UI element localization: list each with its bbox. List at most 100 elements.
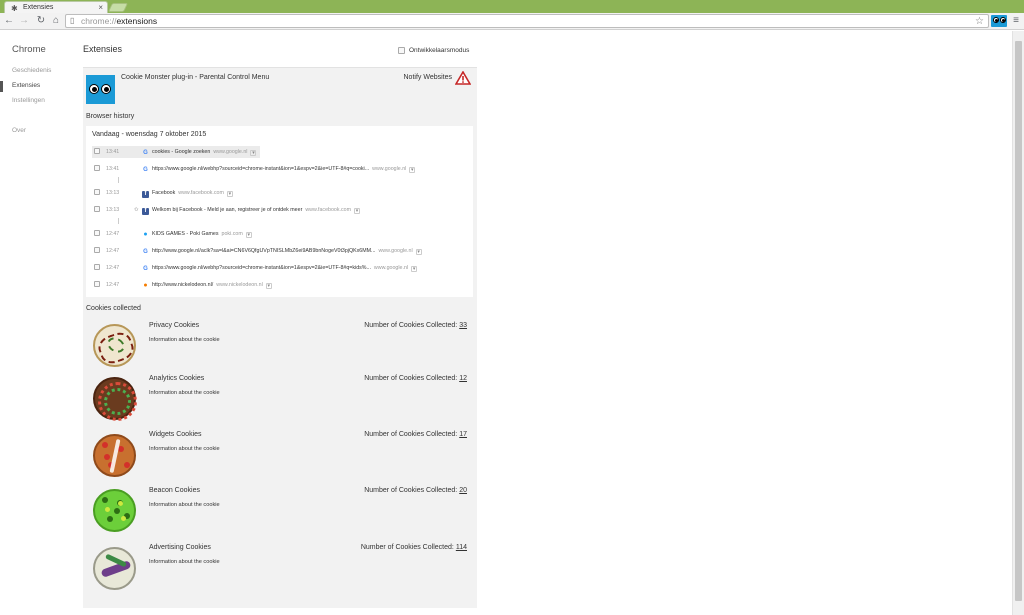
history-row[interactable]: 13:13 f Facebook www.facebook.com ▾ bbox=[92, 187, 233, 199]
row-checkbox[interactable] bbox=[94, 148, 100, 154]
history-title[interactable]: KIDS GAMES - Poki Games bbox=[152, 231, 219, 237]
history-title[interactable]: cookies - Google zoeken bbox=[152, 149, 210, 155]
cookie-row-privacy: Privacy Cookies Information about the co… bbox=[86, 322, 472, 372]
timeline-connector bbox=[118, 177, 119, 183]
cookie-info: Information about the cookie bbox=[149, 337, 220, 343]
cookie-count: Number of Cookies Collected: 17 bbox=[364, 431, 467, 438]
address-bar[interactable]: ▯ chrome://extensions ☆ bbox=[65, 14, 989, 28]
forward-icon[interactable]: → bbox=[18, 14, 30, 28]
history-row[interactable]: 12:47 Ghttp://www.google.nl/aclk?sa=l&ai=… bbox=[92, 245, 422, 257]
sidebar-brand: Chrome bbox=[12, 44, 46, 55]
url-text: chrome://extensions bbox=[81, 16, 158, 26]
history-row[interactable]: 12:47 Ghttps://www.google.nl/webhp?source… bbox=[92, 262, 418, 274]
history-title[interactable]: Facebook bbox=[152, 190, 175, 196]
bookmark-star-icon[interactable]: ☆ bbox=[975, 15, 984, 28]
history-row[interactable]: 13:13 ✩ f Welkom bij Facebook - Meld je aan… bbox=[92, 204, 360, 216]
row-checkbox[interactable] bbox=[94, 206, 100, 212]
cookie-row-widgets: Widgets Cookies Information about the co… bbox=[86, 431, 472, 481]
row-checkbox[interactable] bbox=[94, 189, 100, 195]
history-row[interactable]: 13:41 Gcookies - Google zoeken www.google.… bbox=[92, 146, 261, 158]
back-icon[interactable]: ← bbox=[3, 14, 15, 28]
row-menu-icon[interactable]: ▾ bbox=[353, 208, 360, 214]
close-icon[interactable]: × bbox=[98, 2, 103, 13]
cookie-info: Information about the cookie bbox=[149, 390, 220, 396]
cookie-row-beacon: Beacon Cookies Information about the coo… bbox=[86, 487, 472, 537]
advertising-cookie-icon bbox=[93, 547, 136, 590]
cookie-name: Advertising Cookies bbox=[149, 544, 211, 551]
history-title[interactable]: Welkom bij Facebook - Meld je aan, regis… bbox=[152, 207, 302, 213]
row-checkbox[interactable] bbox=[94, 264, 100, 270]
row-checkbox[interactable] bbox=[94, 165, 100, 171]
row-menu-icon[interactable]: ▾ bbox=[250, 150, 257, 156]
active-item-marker bbox=[0, 81, 3, 92]
history-day-label: Vandaag - woensdag 7 oktober 2015 bbox=[92, 131, 207, 138]
history-title[interactable]: http://www.nickelodeon.nl/ bbox=[152, 282, 213, 288]
cookie-name: Beacon Cookies bbox=[149, 487, 200, 494]
poki-icon: ● bbox=[143, 231, 148, 238]
cookie-monster-extension-icon[interactable] bbox=[991, 15, 1007, 27]
page-icon: ▯ bbox=[70, 16, 75, 25]
menu-icon[interactable]: ≡ bbox=[1011, 15, 1021, 27]
cookie-count-link[interactable]: 20 bbox=[459, 487, 467, 494]
cookie-row-analytics: Analytics Cookies Information about the … bbox=[86, 375, 472, 425]
row-menu-icon[interactable]: ▾ bbox=[265, 283, 272, 289]
history-title[interactable]: https://www.google.nl/webhp?sourceid=chr… bbox=[152, 166, 369, 172]
home-icon[interactable]: ⌂ bbox=[50, 14, 62, 28]
cookie-name: Widgets Cookies bbox=[149, 431, 202, 438]
beacon-cookie-icon bbox=[93, 489, 136, 532]
cookie-count: Number of Cookies Collected: 114 bbox=[360, 544, 467, 551]
sidebar-item-instellingen[interactable]: Instellingen bbox=[12, 97, 45, 104]
row-menu-icon[interactable]: ▾ bbox=[226, 191, 233, 197]
notify-websites-link[interactable]: Notify Websites bbox=[404, 74, 453, 81]
cookie-count-link[interactable]: 17 bbox=[459, 431, 467, 438]
history-list: Vandaag - woensdag 7 oktober 2015 13:41 G… bbox=[86, 126, 473, 297]
new-tab-button[interactable] bbox=[107, 3, 129, 12]
cookie-count-link[interactable]: 12 bbox=[459, 375, 467, 382]
history-row[interactable]: 13:41 Ghttps://www.google.nl/webhp?source… bbox=[92, 163, 416, 175]
cookie-info: Information about the cookie bbox=[149, 559, 220, 565]
page-title: Extensies bbox=[83, 44, 123, 54]
history-title[interactable]: https://www.google.nl/webhp?sourceid=chr… bbox=[152, 265, 371, 271]
extension-name: Cookie Monster plug-in - Parental Contro… bbox=[121, 74, 270, 81]
history-row[interactable]: 12:47 ● KIDS GAMES - Poki Games poki.com ▾ bbox=[92, 228, 252, 240]
google-icon: G bbox=[143, 266, 148, 272]
cookie-info: Information about the cookie bbox=[149, 502, 220, 508]
facebook-icon: f bbox=[142, 191, 149, 198]
developer-mode-toggle[interactable]: Ontwikkelaarsmodus bbox=[398, 47, 469, 54]
cookie-count: Number of Cookies Collected: 20 bbox=[364, 487, 467, 494]
main-content: Extensies Ontwikkelaarsmodus Cookie Mons… bbox=[80, 31, 1010, 615]
warning-icon[interactable] bbox=[455, 71, 471, 85]
cookie-monster-icon bbox=[86, 75, 115, 104]
history-title[interactable]: http://www.google.nl/aclk?sa=l&ai=CN6V6Q… bbox=[152, 248, 375, 254]
tab-title: Extensies bbox=[23, 4, 54, 11]
cookie-count: Number of Cookies Collected: 33 bbox=[364, 322, 467, 329]
sidebar-item-extensies[interactable]: Extensies bbox=[12, 82, 40, 89]
star-icon[interactable]: ✩ bbox=[134, 204, 142, 216]
sidebar-item-geschiedenis[interactable]: Geschiedenis bbox=[12, 67, 51, 74]
cookie-count-link[interactable]: 114 bbox=[456, 544, 467, 551]
nickelodeon-icon: ● bbox=[143, 282, 148, 289]
row-menu-icon[interactable]: ▾ bbox=[245, 232, 252, 238]
row-checkbox[interactable] bbox=[94, 281, 100, 287]
row-checkbox[interactable] bbox=[94, 230, 100, 236]
google-icon: G bbox=[143, 249, 148, 255]
google-icon: G bbox=[143, 150, 148, 156]
row-menu-icon[interactable]: ▾ bbox=[409, 167, 416, 173]
row-checkbox[interactable] bbox=[94, 247, 100, 253]
cookie-name: Analytics Cookies bbox=[149, 375, 205, 382]
cookie-name: Privacy Cookies bbox=[149, 322, 200, 329]
cookie-info: Information about the cookie bbox=[149, 446, 220, 452]
developer-mode-checkbox[interactable] bbox=[398, 47, 405, 54]
toolbar: ← → ↻ ⌂ ▯ chrome://extensions ☆ ≡ bbox=[0, 13, 1024, 30]
facebook-icon: f bbox=[142, 208, 149, 215]
sidebar-item-over[interactable]: Over bbox=[12, 127, 26, 134]
row-menu-icon[interactable]: ▾ bbox=[415, 249, 422, 255]
scrollbar-thumb[interactable] bbox=[1015, 41, 1022, 601]
row-menu-icon[interactable]: ▾ bbox=[411, 266, 418, 272]
history-row[interactable]: 12:47 ● http://www.nickelodeon.nl/www.nick… bbox=[92, 279, 272, 291]
cookie-count-link[interactable]: 33 bbox=[459, 322, 467, 329]
developer-mode-label: Ontwikkelaarsmodus bbox=[409, 47, 470, 54]
scrollbar[interactable] bbox=[1012, 31, 1024, 615]
reload-icon[interactable]: ↻ bbox=[35, 14, 47, 28]
extension-card: Cookie Monster plug-in - Parental Contro… bbox=[83, 67, 477, 608]
